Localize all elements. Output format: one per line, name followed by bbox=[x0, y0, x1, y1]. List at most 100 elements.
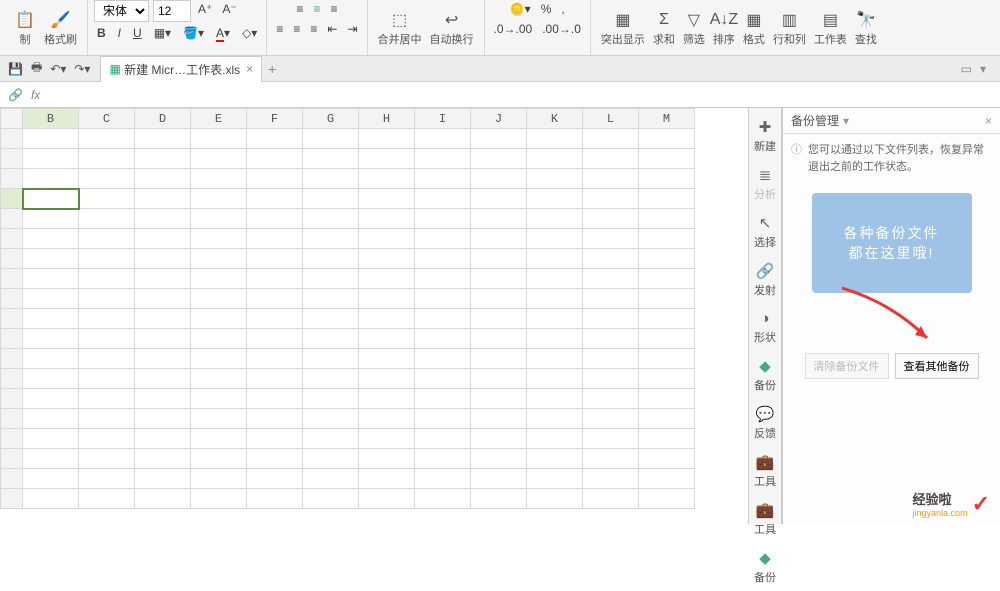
col-header[interactable]: F bbox=[247, 109, 303, 129]
rail-tools[interactable]: 💼工具 bbox=[749, 447, 781, 495]
highlight-icon: ▦ bbox=[612, 9, 634, 31]
row-header[interactable] bbox=[1, 209, 23, 229]
col-header[interactable]: H bbox=[359, 109, 415, 129]
close-tab-icon[interactable]: × bbox=[246, 62, 253, 76]
decrease-font-icon[interactable]: A⁻ bbox=[219, 0, 239, 22]
check-icon: ✓ bbox=[972, 491, 990, 517]
format-painter-button[interactable]: 🖌️ 格式刷 bbox=[40, 7, 81, 49]
font-color-icon[interactable]: A▾ bbox=[213, 24, 233, 42]
align-middle-icon[interactable]: ≡ bbox=[310, 0, 323, 18]
col-header[interactable]: K bbox=[527, 109, 583, 129]
print-icon[interactable]: 🖶 bbox=[27, 58, 46, 79]
select-all-corner[interactable] bbox=[1, 109, 23, 129]
clear-format-icon[interactable]: ◇▾ bbox=[239, 24, 260, 42]
rows-cols-button[interactable]: ▥ 行和列 bbox=[769, 7, 810, 49]
row-header[interactable] bbox=[1, 269, 23, 289]
align-right-icon[interactable]: ≡ bbox=[307, 20, 320, 38]
sum-button[interactable]: Σ 求和 bbox=[649, 7, 679, 49]
fx-label[interactable]: fx bbox=[31, 88, 40, 102]
rail-shape[interactable]: ◑形状 bbox=[749, 304, 781, 351]
paste-button[interactable]: 📋 制 bbox=[10, 7, 40, 49]
file-tab-label: 新建 Micr…工作表.xls bbox=[124, 61, 240, 78]
row-header[interactable] bbox=[1, 189, 23, 209]
format-button[interactable]: ▦ 格式 bbox=[739, 7, 769, 49]
border-icon[interactable]: ▦▾ bbox=[151, 24, 174, 42]
decrease-indent-icon[interactable]: ⇤ bbox=[324, 20, 340, 38]
increase-font-icon[interactable]: A⁺ bbox=[195, 0, 215, 22]
row-header[interactable] bbox=[1, 329, 23, 349]
row-header[interactable] bbox=[1, 249, 23, 269]
align-left-icon[interactable]: ≡ bbox=[273, 20, 286, 38]
italic-icon[interactable]: I bbox=[115, 24, 124, 42]
save-icon[interactable]: 💾 bbox=[4, 62, 27, 76]
row-header[interactable] bbox=[1, 289, 23, 309]
col-header[interactable]: M bbox=[639, 109, 695, 129]
link-icon[interactable]: 🔗 bbox=[8, 88, 23, 102]
row-header[interactable] bbox=[1, 129, 23, 149]
row-header[interactable] bbox=[1, 349, 23, 369]
row-header[interactable] bbox=[1, 309, 23, 329]
rail-backup[interactable]: ◆备份 bbox=[749, 351, 781, 399]
col-header[interactable]: L bbox=[583, 109, 639, 129]
row-header[interactable] bbox=[1, 489, 23, 509]
font-name-select[interactable]: 宋体 bbox=[94, 0, 149, 22]
col-header[interactable]: B bbox=[23, 109, 79, 129]
backup-panel: 备份管理 ▾ × ⓘ 您可以通过以下文件列表，恢复异常退出之前的工作状态。 各种… bbox=[782, 108, 1000, 524]
row-header[interactable] bbox=[1, 449, 23, 469]
find-button[interactable]: 🔭 查找 bbox=[851, 7, 881, 49]
rail-new[interactable]: ✚新建 bbox=[749, 112, 781, 160]
row-header[interactable] bbox=[1, 429, 23, 449]
col-header[interactable]: I bbox=[415, 109, 471, 129]
row-header[interactable] bbox=[1, 389, 23, 409]
row-header[interactable] bbox=[1, 229, 23, 249]
col-header[interactable]: E bbox=[191, 109, 247, 129]
align-top-icon[interactable]: ≡ bbox=[293, 0, 306, 18]
currency-icon[interactable]: 🪙▾ bbox=[507, 0, 534, 18]
align-center-icon[interactable]: ≡ bbox=[290, 20, 303, 38]
col-header[interactable]: D bbox=[135, 109, 191, 129]
undo-icon[interactable]: ↶▾ bbox=[46, 62, 70, 76]
new-tab-icon[interactable]: + bbox=[268, 61, 276, 77]
rail-feedback[interactable]: 💬反馈 bbox=[749, 399, 781, 447]
decrease-decimal-icon[interactable]: .00→.0 bbox=[539, 20, 584, 38]
col-header[interactable]: J bbox=[471, 109, 527, 129]
row-header[interactable] bbox=[1, 469, 23, 489]
align-bottom-icon[interactable]: ≡ bbox=[327, 0, 340, 18]
menu-icon[interactable]: ▾ bbox=[976, 62, 990, 76]
underline-icon[interactable]: U bbox=[130, 24, 145, 42]
percent-icon[interactable]: % bbox=[538, 0, 555, 18]
window-icon[interactable]: ▭ bbox=[957, 62, 976, 76]
row-header[interactable] bbox=[1, 369, 23, 389]
panel-close-icon[interactable]: × bbox=[985, 114, 992, 128]
row-header[interactable] bbox=[1, 409, 23, 429]
col-header[interactable]: C bbox=[79, 109, 135, 129]
spreadsheet[interactable]: B C D E F G H I J K L M bbox=[0, 108, 748, 524]
fill-color-icon[interactable]: 🪣▾ bbox=[180, 24, 207, 42]
increase-indent-icon[interactable]: ⇥ bbox=[344, 20, 360, 38]
row-header[interactable] bbox=[1, 149, 23, 169]
increase-decimal-icon[interactable]: .0→.00 bbox=[491, 20, 536, 38]
panel-dropdown-icon[interactable]: ▾ bbox=[843, 114, 849, 128]
sort-button[interactable]: A↓Z 排序 bbox=[709, 7, 739, 49]
rail-emit[interactable]: 🔗发射 bbox=[749, 256, 781, 304]
filter-button[interactable]: ▽ 筛选 bbox=[679, 7, 709, 49]
rail-select[interactable]: ↖选择 bbox=[749, 208, 781, 256]
col-header[interactable]: G bbox=[303, 109, 359, 129]
wrap-icon: ↩ bbox=[441, 9, 463, 31]
font-size-input[interactable] bbox=[153, 0, 191, 22]
comma-icon[interactable]: , bbox=[558, 0, 567, 18]
view-backup-button[interactable]: 查看其他备份 bbox=[895, 353, 979, 379]
bold-icon[interactable]: B bbox=[94, 24, 109, 42]
redo-icon[interactable]: ↷▾ bbox=[70, 62, 94, 76]
wrap-text-button[interactable]: ↩ 自动换行 bbox=[426, 7, 478, 49]
rail-analyze[interactable]: ≣分析 bbox=[749, 160, 781, 208]
merge-center-button[interactable]: ⬚ 合并居中 bbox=[374, 7, 426, 49]
formula-input[interactable] bbox=[44, 82, 992, 107]
worksheet-button[interactable]: ▤ 工作表 bbox=[810, 7, 851, 49]
row-header[interactable] bbox=[1, 169, 23, 189]
file-tab[interactable]: ▦ 新建 Micr…工作表.xls × bbox=[100, 56, 262, 82]
selected-cell[interactable] bbox=[23, 189, 79, 209]
rail-tools2[interactable]: 💼工具 bbox=[749, 495, 781, 543]
highlight-button[interactable]: ▦ 突出显示 bbox=[597, 7, 649, 49]
rail-backup2[interactable]: ◆备份 bbox=[749, 543, 781, 591]
